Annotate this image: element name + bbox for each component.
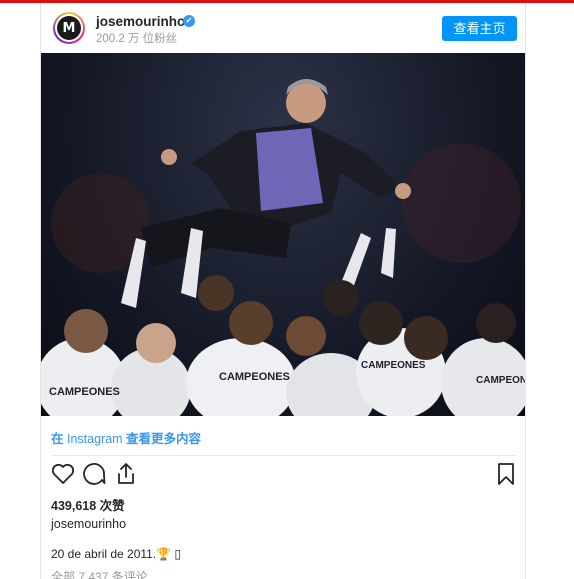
action-bar <box>41 461 525 491</box>
caption-username[interactable]: josemourinho <box>51 517 126 531</box>
ig-link-suffix: 查看更多内容 <box>122 432 202 446</box>
like-count[interactable]: 439,618 次赞 <box>51 495 125 514</box>
ig-link-brand: Instagram <box>66 432 123 446</box>
verified-badge-icon: ✔ <box>183 15 195 27</box>
jersey-text-2: CAMPEONES <box>219 371 290 383</box>
heart-icon[interactable] <box>50 461 76 487</box>
jersey-text-4: CAMPEONES <box>476 375 525 386</box>
share-icon[interactable] <box>113 461 139 487</box>
celebration-photo-illustration: CAMPEONES CAMPEONES CAMPEONES CAMPEONES <box>41 79 525 416</box>
follower-count: 200.2 万 位粉丝 <box>96 33 178 45</box>
view-all-comments-link[interactable]: 全部 7,437 条评论 <box>51 568 148 579</box>
bookmark-icon[interactable] <box>493 461 519 487</box>
view-more-on-instagram-link[interactable]: 在 Instagram 查看更多内容 <box>51 428 201 447</box>
post-photo[interactable]: CAMPEONES CAMPEONES CAMPEONES CAMPEONES <box>41 53 525 416</box>
divider <box>51 455 516 456</box>
post-header: M josemourinho ✔ 200.2 万 位粉丝 查看主页 <box>41 3 525 53</box>
post-caption-date: 20 de abril de 2011.🏆 ▯ <box>51 547 182 561</box>
jersey-text-3: CAMPEONES <box>361 360 426 371</box>
avatar-logo: M <box>57 16 81 40</box>
ig-link-prefix: 在 <box>51 432 67 446</box>
comment-icon[interactable] <box>81 461 107 487</box>
avatar[interactable]: M <box>53 12 85 44</box>
username-link[interactable]: josemourinho <box>96 14 185 29</box>
instagram-embed-card: M josemourinho ✔ 200.2 万 位粉丝 查看主页 CAMPEO… <box>40 3 526 579</box>
view-profile-button[interactable]: 查看主页 <box>442 16 517 41</box>
jersey-text-1: CAMPEONES <box>49 386 120 398</box>
